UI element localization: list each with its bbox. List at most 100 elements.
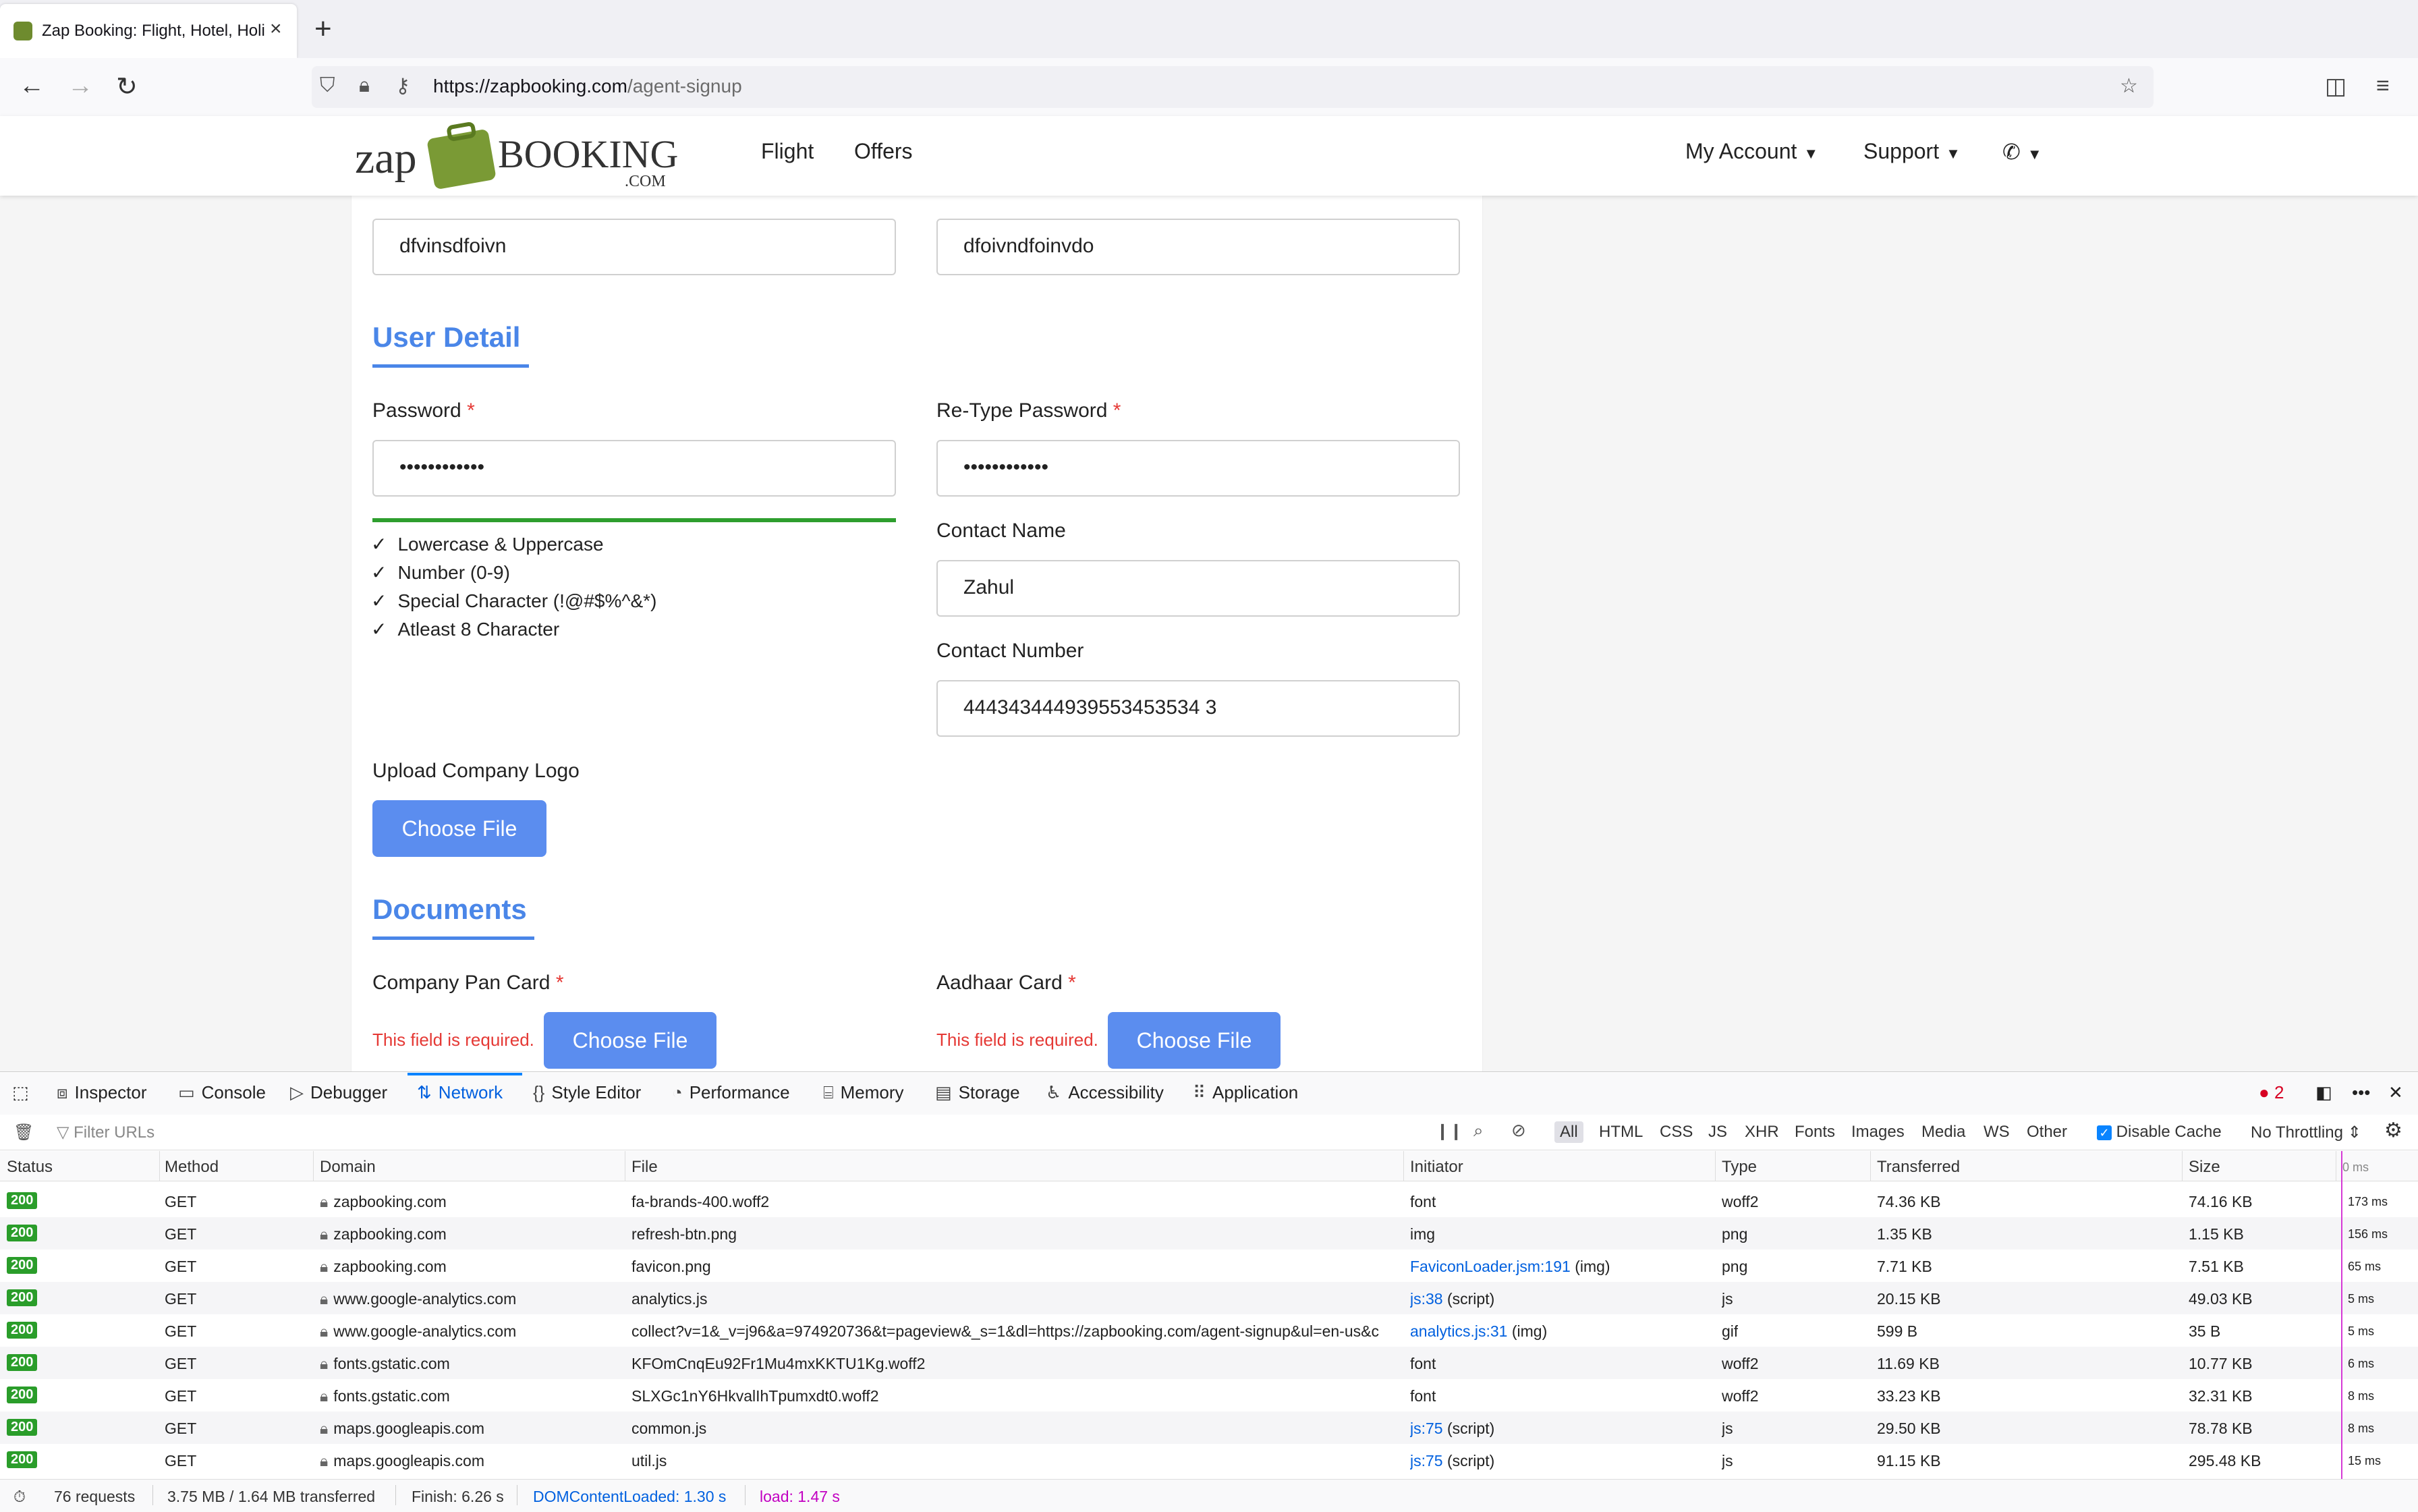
top-left-input[interactable]: dfvinsdfoivn (372, 219, 896, 275)
nav-flight[interactable]: Flight (761, 139, 814, 164)
browser-tab[interactable]: Zap Booking: Flight, Hotel, Holid × (0, 4, 297, 58)
domain-cell: 🔒︎ zapbooking.com (320, 1193, 617, 1211)
close-devtools-icon[interactable]: ✕ (2388, 1082, 2403, 1103)
table-row[interactable]: 200 GET 🔒︎ fonts.gstatic.com SLXGc1nY6HkvalI… (0, 1379, 2418, 1411)
filter-fonts[interactable]: Fonts (1795, 1123, 1835, 1142)
phone-menu[interactable]: ✆ ▼ (2002, 139, 2042, 165)
domain-text: maps.googleapis.com (333, 1452, 484, 1469)
url-text[interactable]: https://zapbooking.com/agent-signup (433, 76, 742, 97)
initiator-link[interactable]: js:38 (1410, 1290, 1443, 1308)
table-row[interactable]: 200 GET 🔒︎ www.google-analytics.com collect?… (0, 1314, 2418, 1347)
url-bar[interactable]: ⛉ 🔒︎ ⚷ https://zapbooking.com/agent-sign… (312, 66, 2154, 108)
aadhaar-label-text: Aadhaar Card (936, 972, 1063, 994)
table-row[interactable]: 200 GET 🔒︎ www.google-analytics.com analytic… (0, 1282, 2418, 1314)
disable-cache-checkbox[interactable]: ✓ Disable Cache (2097, 1123, 2222, 1142)
filter-xhr[interactable]: XHR (1745, 1123, 1779, 1142)
element-picker-icon[interactable]: ⬚ (12, 1082, 29, 1103)
domain-text: zapbooking.com (333, 1193, 447, 1210)
my-account-menu[interactable]: My Account ▼ (1685, 139, 1818, 164)
nav-offers[interactable]: Offers (854, 139, 913, 164)
choose-aadhaar-file-button[interactable]: Choose File (1108, 1012, 1281, 1069)
table-row[interactable]: 200 GET 🔒︎ fonts.gstatic.com KFOmCnqEu92Fr1M… (0, 1347, 2418, 1379)
initiator-link[interactable]: js:75 (1410, 1452, 1443, 1469)
tab-label: Style Editor (551, 1082, 642, 1102)
table-row[interactable]: 200 GET 🔒︎ maps.googleapis.com util.js js:75 … (0, 1444, 2418, 1476)
application-icon: ⠿ (1193, 1082, 1206, 1102)
filter-css[interactable]: CSS (1660, 1123, 1693, 1142)
lock-icon[interactable]: 🔒︎ (359, 74, 370, 97)
initiator-link[interactable]: analytics.js:31 (1410, 1322, 1507, 1340)
retype-password-input[interactable]: •••••••••••• (936, 440, 1460, 497)
pause-icon[interactable]: ❙❙ (1436, 1121, 1463, 1141)
table-row[interactable]: 200 GET 🔒︎ zapbooking.com fa-brands-400.woff… (0, 1185, 2418, 1217)
initiator-link[interactable]: FaviconLoader.jsm:191 (1410, 1258, 1571, 1275)
tab-application[interactable]: ⠿ Application (1193, 1082, 1298, 1103)
col-size[interactable]: Size (2189, 1158, 2220, 1177)
back-icon[interactable]: ← (19, 72, 45, 101)
table-row[interactable]: 200 GET 🔒︎ zapbooking.com refresh-btn.png img… (0, 1217, 2418, 1250)
settings-gear-icon[interactable]: ⚙ (2384, 1119, 2402, 1142)
file-cell: refresh-btn.png (631, 1225, 737, 1243)
tab-console[interactable]: ▭ Console (178, 1082, 266, 1103)
col-waterfall[interactable]: 0 ms (2342, 1160, 2369, 1175)
initiator-cell: font (1410, 1387, 1710, 1405)
top-right-input[interactable]: dfoivndfoinvdo (936, 219, 1460, 275)
key-icon[interactable]: ⚷ (395, 74, 410, 98)
type-cell: js (1722, 1420, 1733, 1437)
col-transferred[interactable]: Transferred (1877, 1158, 1960, 1177)
throttling-select[interactable]: No Throttling ⇕ (2251, 1123, 2361, 1142)
chevron-down-icon: ▼ (2027, 146, 2042, 163)
table-row[interactable]: 200 GET 🔒︎ maps.googleapis.com common.js js:7… (0, 1411, 2418, 1444)
tab-debugger[interactable]: ▷ Debugger (290, 1082, 387, 1103)
col-domain[interactable]: Domain (320, 1158, 376, 1177)
status-badge: 200 (7, 1192, 38, 1209)
pocket-icon[interactable]: ◫ (2325, 73, 2346, 100)
filter-media[interactable]: Media (1921, 1123, 1965, 1142)
lock-icon: 🔒︎ (320, 1355, 329, 1372)
new-tab-icon[interactable]: + (314, 12, 332, 46)
tab-style-editor[interactable]: {} Style Editor (533, 1082, 641, 1103)
password-input[interactable]: •••••••••••• (372, 440, 896, 497)
tab-performance[interactable]: ◔ Performance (672, 1082, 790, 1103)
filter-js[interactable]: JS (1708, 1123, 1727, 1142)
initiator-link[interactable]: js:75 (1410, 1420, 1443, 1437)
trash-icon[interactable]: 🗑︎ (13, 1123, 34, 1142)
filter-images[interactable]: Images (1851, 1123, 1905, 1142)
filter-all[interactable]: All (1554, 1121, 1583, 1143)
tab-network[interactable]: ⇅ Network (417, 1082, 503, 1103)
filter-other[interactable]: Other (2027, 1123, 2067, 1142)
tab-storage[interactable]: ▤ Storage (935, 1082, 1020, 1103)
contact-number-input[interactable]: 444343444939553453534 3 (936, 680, 1460, 737)
lock-icon: 🔒︎ (320, 1452, 329, 1469)
shield-icon[interactable]: ⛉ (320, 74, 335, 97)
menu-icon[interactable]: ≡ (2376, 73, 2390, 99)
col-file[interactable]: File (631, 1158, 658, 1177)
error-count-badge[interactable]: ● 2 (2259, 1082, 2284, 1103)
search-icon[interactable]: ⌕ (1473, 1120, 1484, 1142)
status-badge: 200 (7, 1322, 38, 1339)
choose-logo-file-button[interactable]: Choose File (372, 800, 546, 857)
reload-icon[interactable]: ↻ (116, 72, 138, 102)
tab-memory[interactable]: ⌸ Memory (823, 1082, 904, 1104)
table-row[interactable]: 200 GET 🔒︎ zapbooking.com favicon.png Favicon… (0, 1250, 2418, 1282)
col-type[interactable]: Type (1722, 1158, 1757, 1177)
bookmark-star-icon[interactable]: ☆ (2120, 74, 2138, 98)
choose-pan-file-button[interactable]: Choose File (544, 1012, 716, 1069)
filter-html[interactable]: HTML (1599, 1123, 1643, 1142)
zapbooking-logo[interactable]: zap BOOKING .COM (355, 119, 679, 193)
dock-icon[interactable]: ◧ (2315, 1082, 2332, 1103)
filter-ws[interactable]: WS (1984, 1123, 2010, 1142)
forward-icon[interactable]: → (67, 72, 93, 101)
tab-accessibility[interactable]: ♿︎ Accessibility (1046, 1082, 1164, 1103)
close-tab-icon[interactable]: × (270, 18, 282, 40)
tab-inspector[interactable]: ⧈ Inspector (57, 1082, 147, 1104)
waterfall-time: 173 ms (2348, 1195, 2388, 1208)
col-initiator[interactable]: Initiator (1410, 1158, 1463, 1177)
block-icon[interactable]: ⊘ (1511, 1120, 1526, 1141)
filter-urls-input[interactable]: ▽ Filter URLs (57, 1123, 154, 1142)
contact-name-input[interactable]: Zahul (936, 560, 1460, 617)
col-method[interactable]: Method (165, 1158, 219, 1177)
col-status[interactable]: Status (7, 1158, 53, 1177)
support-menu[interactable]: Support ▼ (1863, 139, 1961, 164)
more-options-icon[interactable]: ••• (2352, 1082, 2370, 1103)
